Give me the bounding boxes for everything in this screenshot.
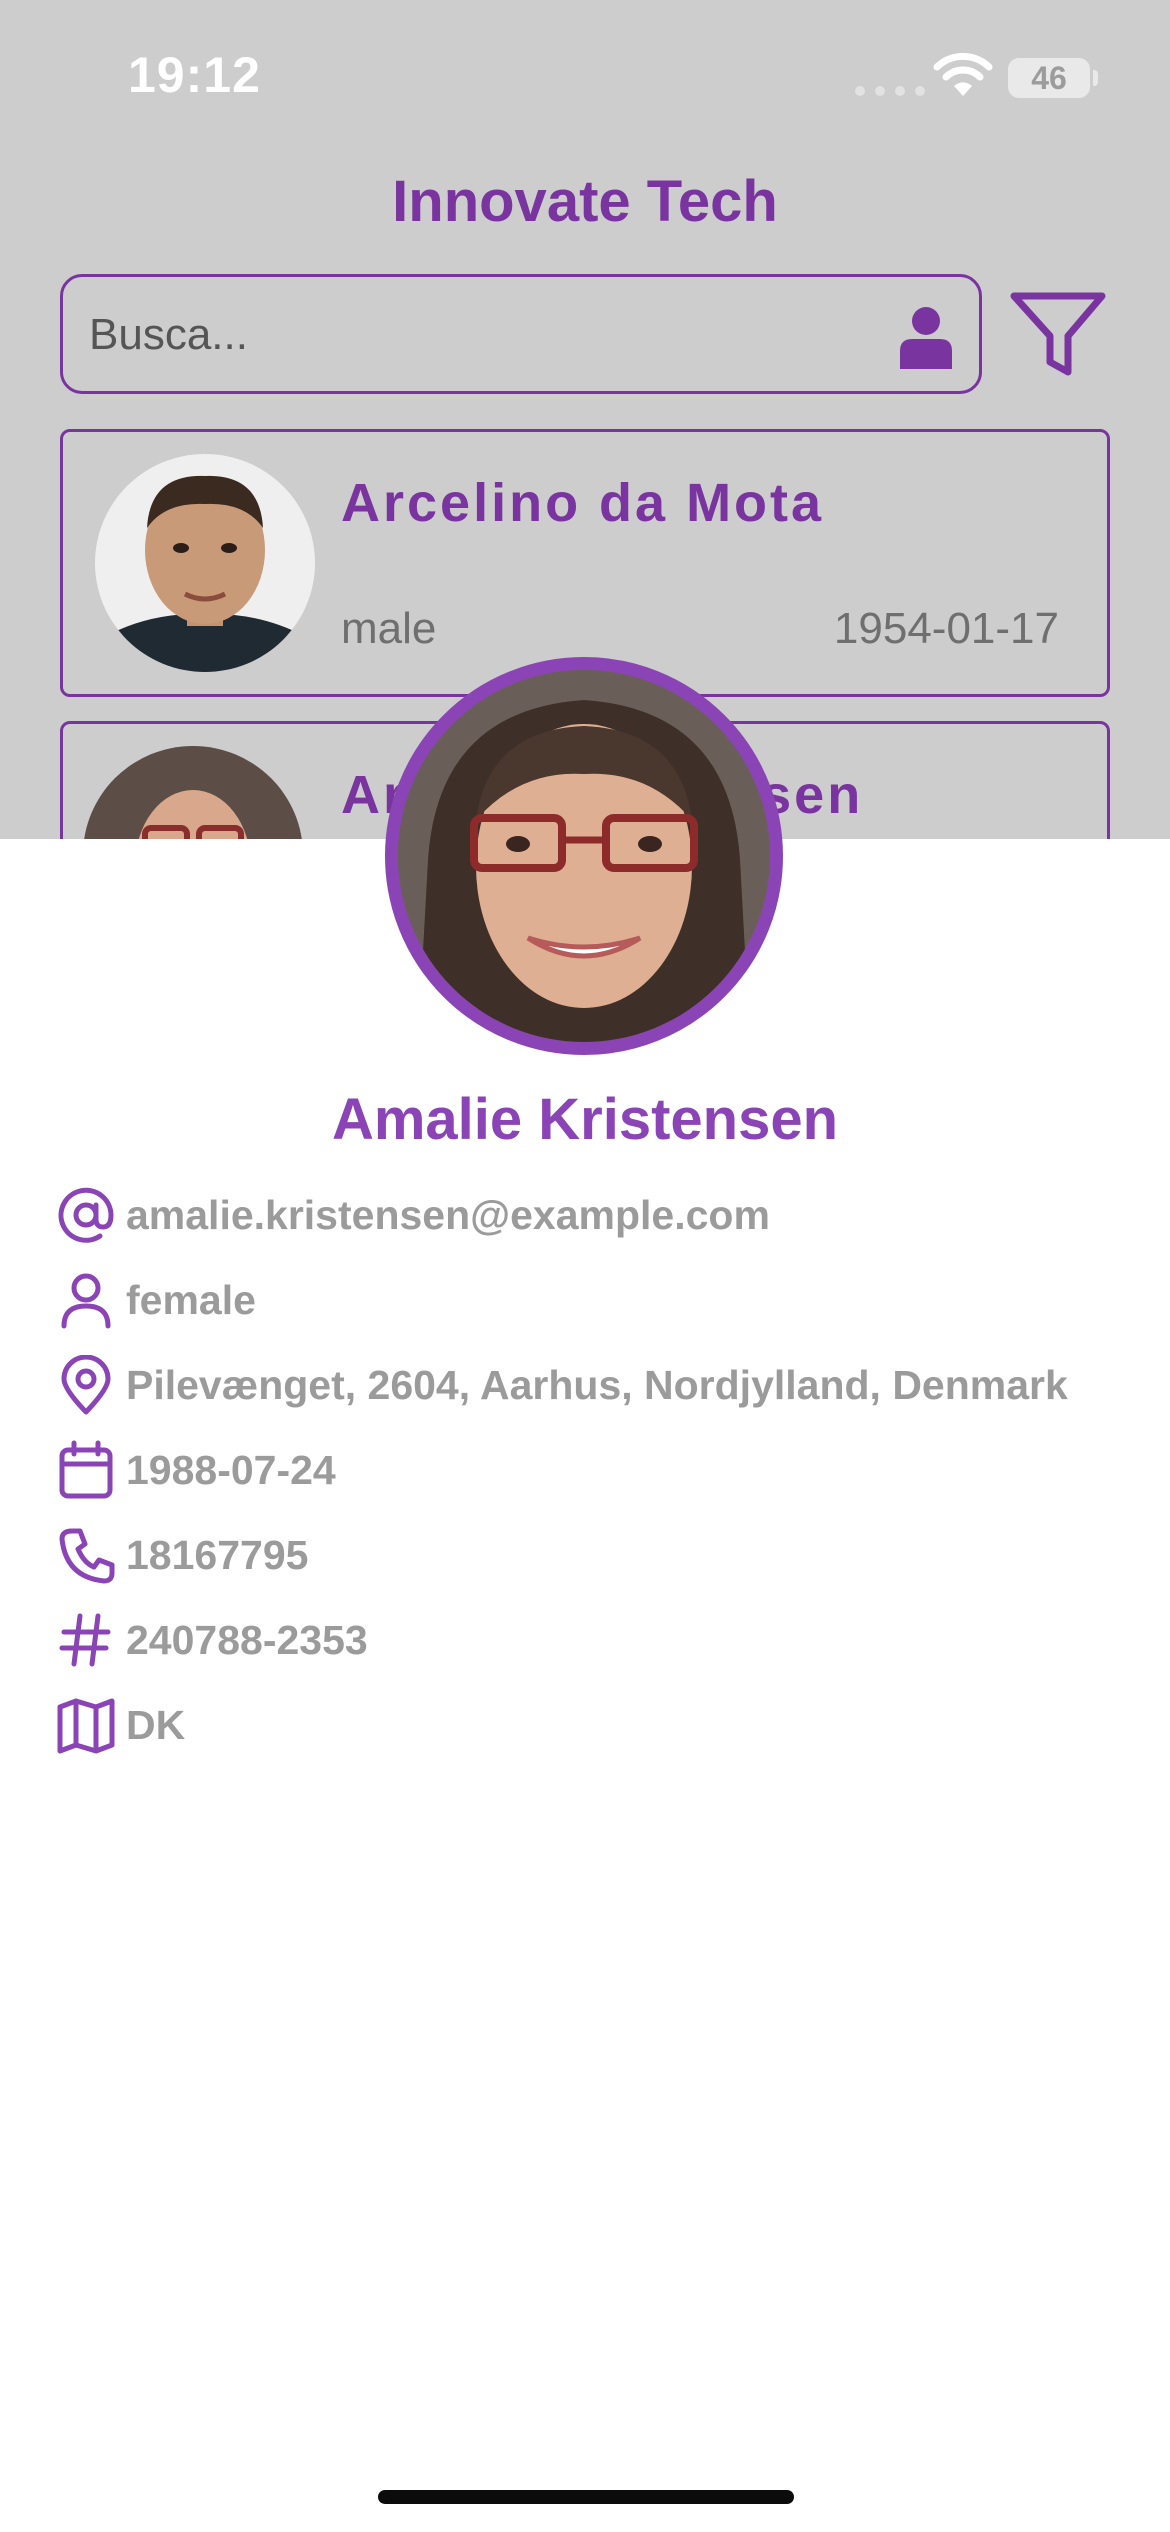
person-icon[interactable]: [897, 305, 955, 369]
user-outline-icon: [61, 1273, 111, 1329]
home-indicator[interactable]: [378, 2490, 794, 2504]
detail-dob: 1988-07-24: [126, 1446, 336, 1493]
nationality-row: DK: [56, 1692, 185, 1758]
detail-nationality: DK: [126, 1701, 186, 1748]
dob-row: 1988-07-24: [56, 1437, 336, 1503]
id-row: 240788-2353: [56, 1607, 368, 1673]
detail-address: Pilevænget, 2604, Aarhus, Nordjylland, D…: [126, 1361, 1068, 1408]
phone-icon: [59, 1528, 115, 1584]
detail-name: Amalie Kristensen: [331, 1087, 839, 1152]
search-field[interactable]: Busca...: [60, 274, 982, 394]
filter-icon[interactable]: [1008, 290, 1108, 378]
at-icon: [58, 1187, 114, 1243]
battery-indicator: 46: [1008, 58, 1090, 98]
hash-icon: [59, 1613, 111, 1667]
list-item-name: Arcelino da Mota: [341, 473, 825, 533]
gender-row: female: [56, 1267, 256, 1333]
status-time: 19:12: [128, 47, 261, 103]
address-row[interactable]: Pilevænget, 2604, Aarhus, Nordjylland, D…: [56, 1352, 1068, 1418]
detail-avatar: [385, 657, 783, 1055]
map-pin-icon: [61, 1355, 111, 1415]
wifi-icon: [933, 52, 993, 96]
detail-phone: 18167795: [126, 1531, 309, 1578]
avatar: [95, 454, 315, 672]
detail-id: 240788-2353: [126, 1616, 368, 1663]
email-row[interactable]: amalie.kristensen@example.com: [56, 1182, 770, 1248]
app-title: Innovate Tech: [392, 169, 778, 234]
detail-gender: female: [126, 1276, 256, 1323]
calendar-icon: [59, 1440, 113, 1499]
list-item-gender: male: [341, 604, 437, 653]
search-placeholder: Busca...: [89, 310, 248, 359]
list-item-dob: 1954-01-17: [833, 604, 1059, 653]
map-icon: [57, 1698, 115, 1754]
phone-row[interactable]: 18167795: [56, 1522, 308, 1588]
detail-email: amalie.kristensen@example.com: [126, 1191, 770, 1238]
signal-icon: [855, 86, 925, 96]
battery-tip: [1093, 70, 1098, 86]
